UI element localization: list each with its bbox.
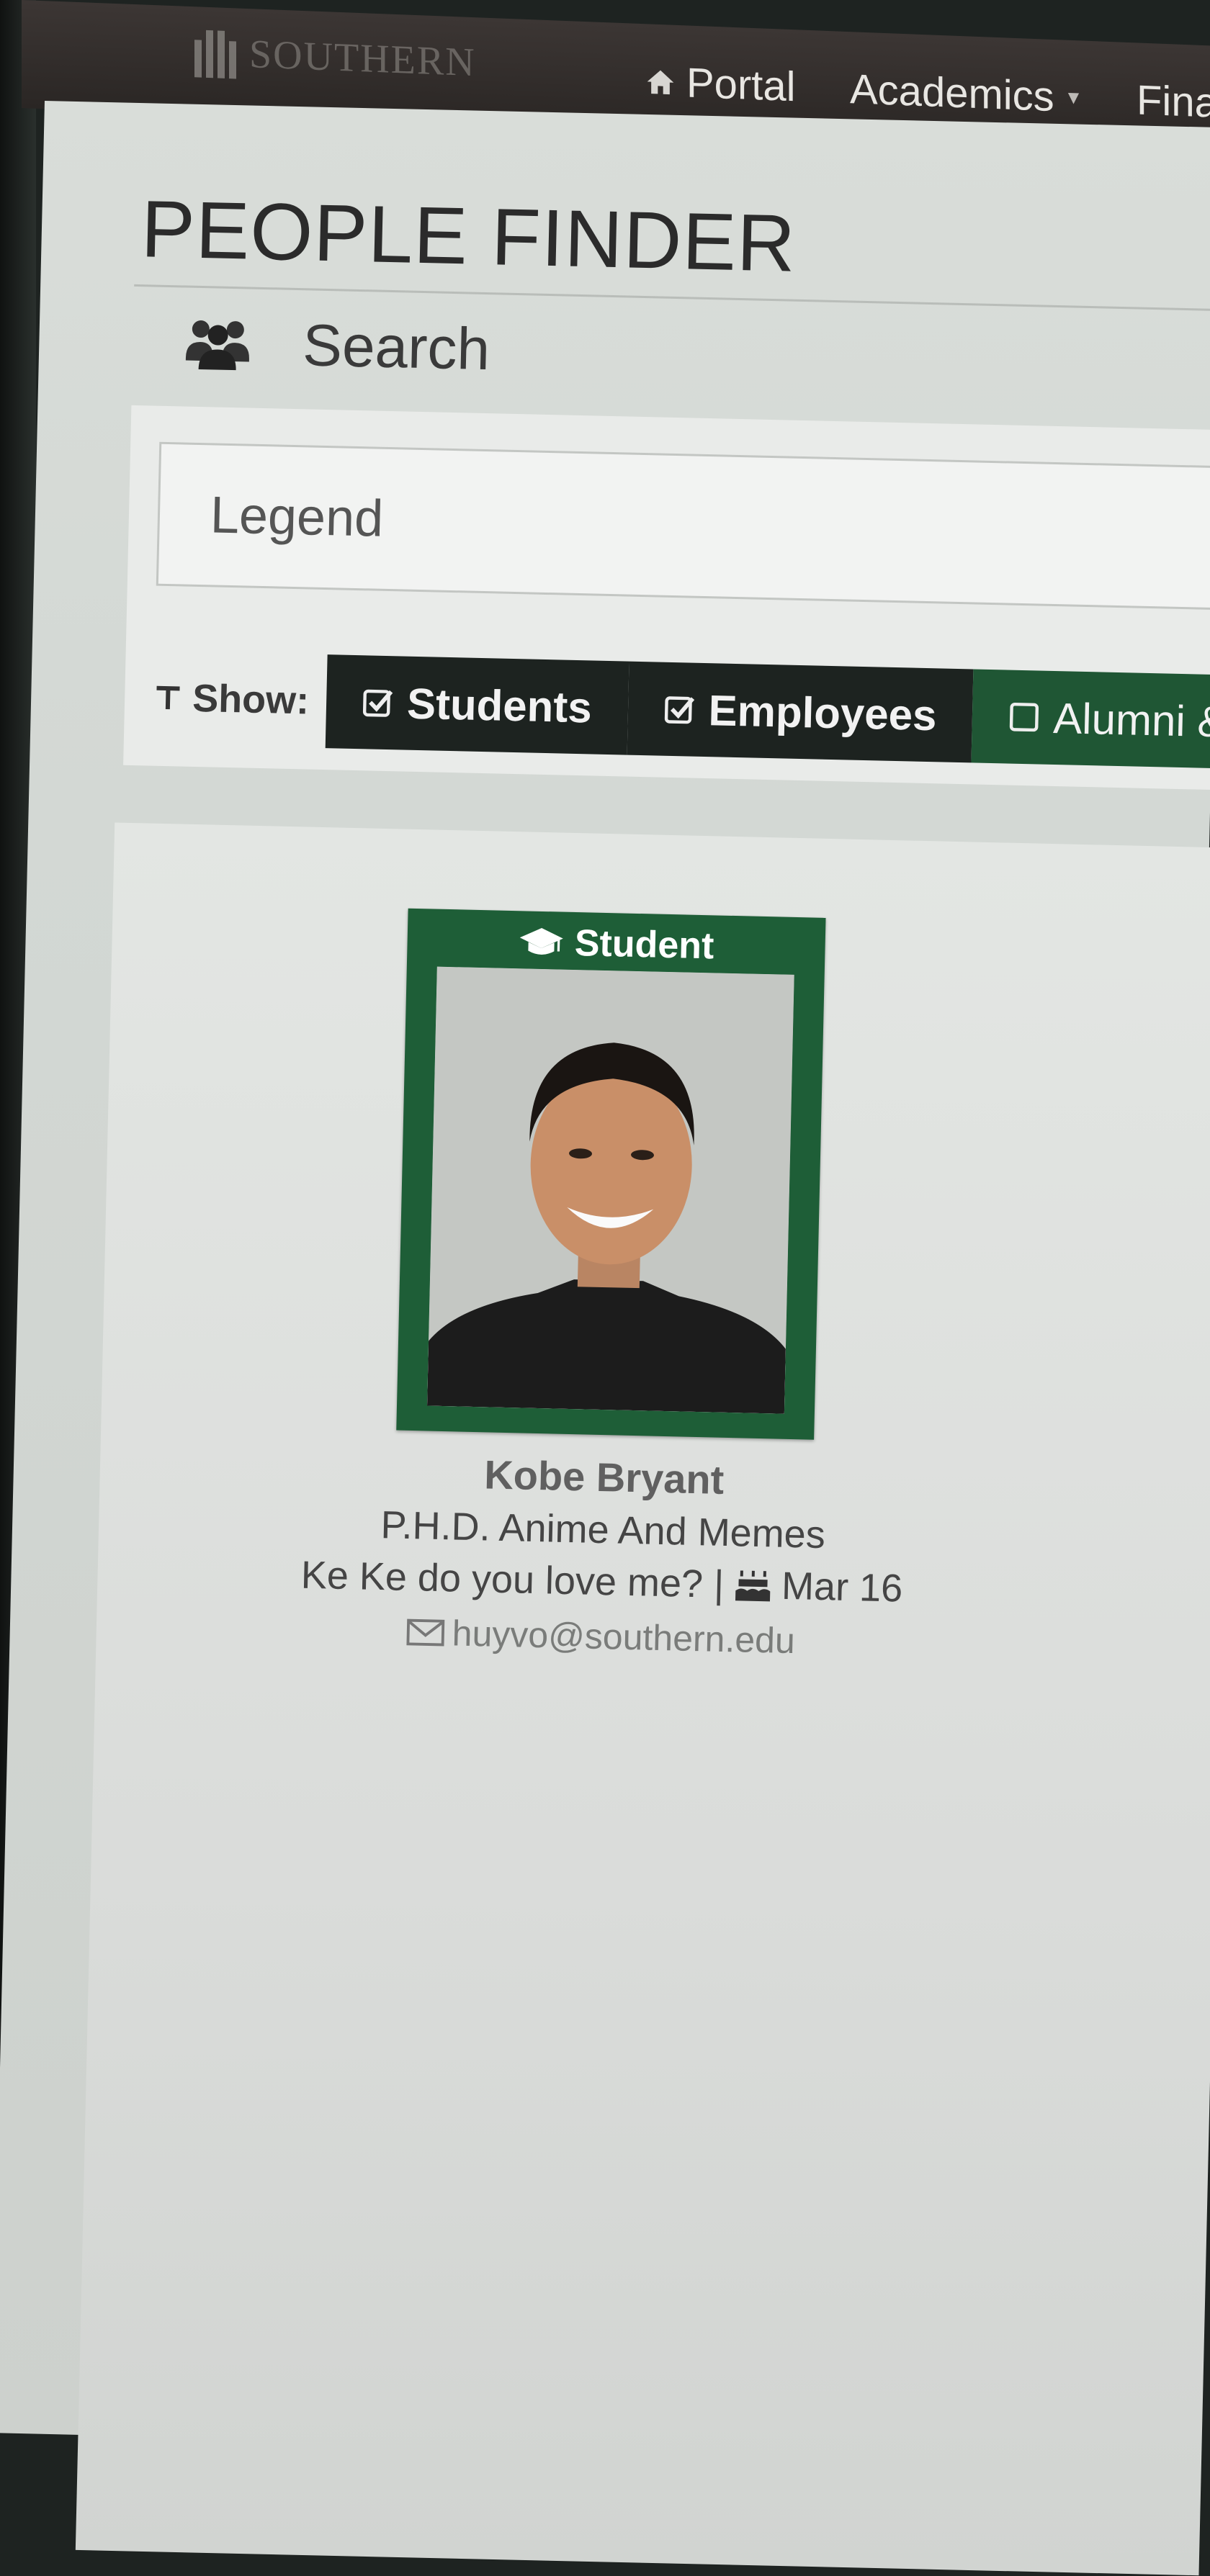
caret-down-icon: ▼ (1064, 86, 1083, 109)
person-email[interactable]: huyvo@southern.edu (452, 1612, 795, 1662)
filter-icon (153, 683, 183, 713)
filter-students-toggle[interactable]: Students (325, 654, 629, 755)
filter-toggle-group: Students Employees Alumni & (325, 654, 1210, 770)
search-section-label: Search (302, 312, 491, 383)
graduation-cap-icon (518, 926, 565, 958)
role-badge: Student (407, 914, 825, 974)
nav-item-label: Finan (1137, 76, 1210, 128)
person-badge-frame: Student (396, 908, 826, 1440)
checkbox-checked-icon (663, 693, 696, 726)
users-icon (183, 314, 254, 373)
person-birthday: Mar 16 (781, 1564, 903, 1611)
home-icon (645, 66, 676, 99)
page-title: PEOPLE FINDER (140, 184, 797, 289)
nav-item-finance[interactable]: Finan (1137, 76, 1210, 128)
site-logo[interactable]: SOUTHERN (194, 19, 569, 99)
birthday-cake-icon (734, 1567, 772, 1603)
person-email-line[interactable]: huyvo@southern.edu (405, 1611, 795, 1662)
show-label-text: Show: (192, 676, 310, 723)
show-filter-label: Show: (153, 675, 310, 724)
role-badge-label: Student (574, 922, 715, 968)
nav-item-label: Portal (686, 59, 796, 111)
filter-row: Show: Students Employees Alumni & (153, 651, 1210, 770)
person-card[interactable]: Student Kobe Bryant P.H.D. Anime And Mem… (300, 908, 903, 1662)
envelope-icon (405, 1618, 445, 1647)
person-note-line: Ke Ke do you love me? | Mar 16 (300, 1553, 903, 1611)
nav-item-academics[interactable]: Academics ▼ (850, 65, 1083, 122)
nav-item-label: Academics (850, 66, 1054, 121)
filter-label: Alumni & (1052, 693, 1210, 746)
checkbox-unchecked-icon (1008, 701, 1041, 734)
person-note: Ke Ke do you love me? | (300, 1553, 725, 1606)
person-photo (427, 966, 794, 1414)
filter-alumni-toggle[interactable]: Alumni & (971, 669, 1210, 770)
filter-label: Students (406, 679, 593, 731)
person-name[interactable]: Kobe Bryant (484, 1451, 725, 1503)
person-title: P.H.D. Anime And Memes (380, 1503, 826, 1557)
filter-employees-toggle[interactable]: Employees (627, 661, 974, 763)
title-divider (134, 284, 1210, 312)
logo-text: SOUTHERN (249, 32, 476, 86)
search-panel: Show: Students Employees (123, 405, 1210, 791)
results-panel: Student Kobe Bryant P.H.D. Anime And Mem… (75, 822, 1210, 2576)
checkbox-checked-icon (362, 686, 395, 719)
filter-label: Employees (707, 685, 938, 739)
search-input[interactable] (156, 441, 1210, 611)
logo-pillars-icon (194, 27, 236, 79)
search-heading: Search (182, 309, 490, 384)
page-content: PEOPLE FINDER Search Show: (0, 101, 1210, 2576)
nav-item-portal[interactable]: Portal (645, 57, 796, 111)
